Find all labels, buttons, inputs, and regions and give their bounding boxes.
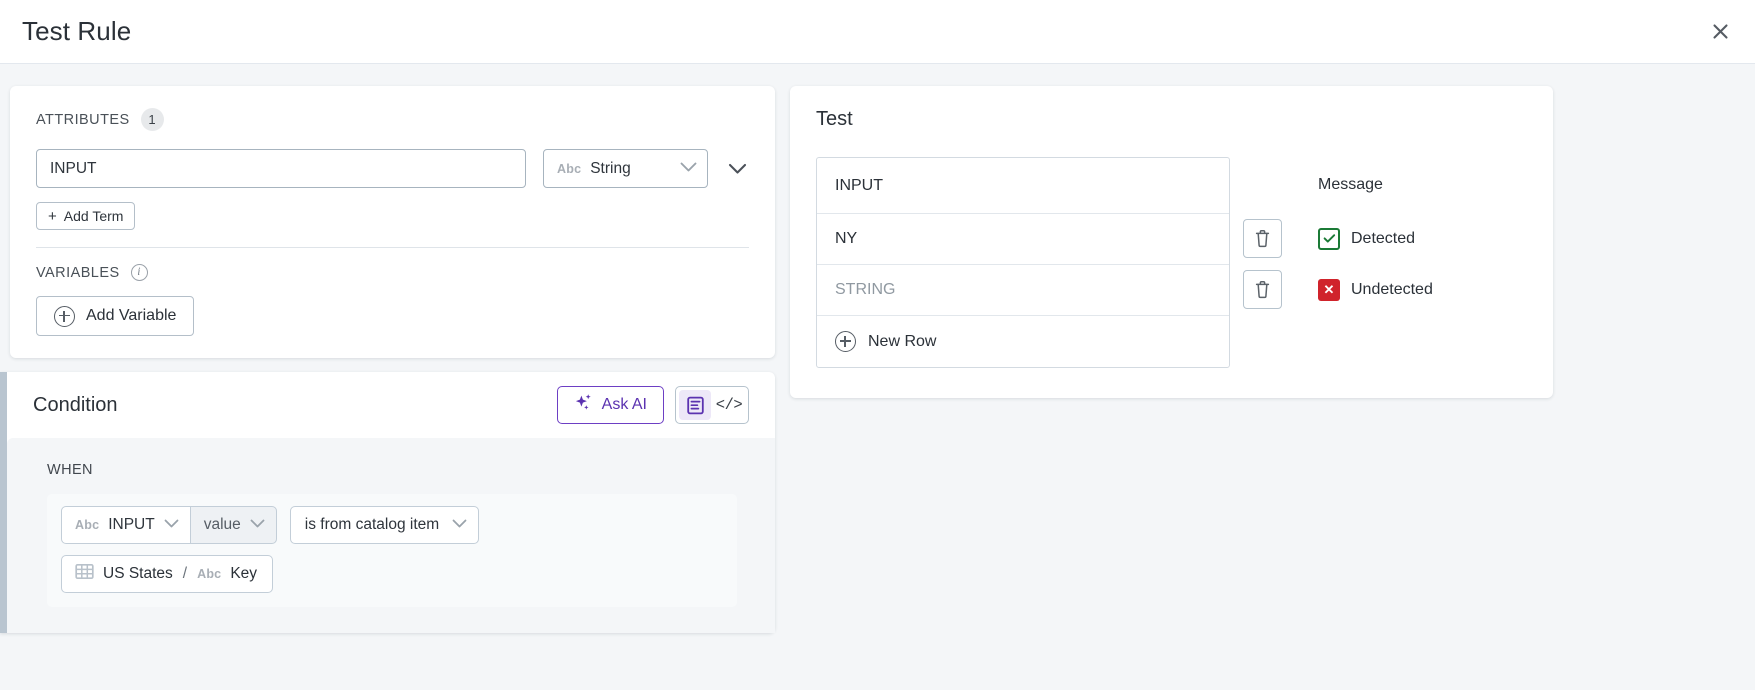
- code-view-icon[interactable]: </>: [713, 390, 745, 420]
- add-variable-label: Add Variable: [86, 307, 176, 325]
- trash-icon[interactable]: [1243, 219, 1282, 258]
- attributes-label: ATTRIBUTES: [36, 112, 130, 128]
- view-mode-toggle-group: </>: [675, 386, 749, 424]
- status-badge: Undetected: [1351, 281, 1433, 299]
- test-title: Test: [816, 108, 1527, 131]
- condition-expression-block: Abc INPUT value: [47, 494, 737, 607]
- chevron-down-icon: [250, 516, 265, 534]
- operator-value: is from catalog item: [305, 516, 439, 534]
- term-type-value: String: [590, 160, 671, 178]
- cross-glyph: ✕: [1324, 283, 1335, 296]
- subject-field-select[interactable]: Abc INPUT: [62, 507, 191, 543]
- attributes-count-badge: 1: [141, 108, 164, 131]
- add-term-label: Add Term: [64, 208, 124, 224]
- sparkle-icon: [574, 393, 593, 417]
- subject-property-value: value: [204, 516, 241, 534]
- test-card: Test INPUT NY STRING New Row: [790, 86, 1553, 398]
- abc-icon: Abc: [557, 162, 581, 176]
- condition-title: Condition: [33, 394, 118, 417]
- operator-select[interactable]: is from catalog item: [290, 506, 479, 544]
- term-name-input[interactable]: INPUT: [36, 149, 526, 188]
- page-title: Test Rule: [22, 16, 131, 47]
- circle-plus-icon: [54, 306, 75, 327]
- code-view-label: </>: [716, 396, 742, 414]
- when-panel: WHEN Abc INPUT valu: [7, 438, 775, 633]
- catalog-separator: /: [183, 565, 187, 583]
- circle-plus-icon: [835, 331, 856, 352]
- check-icon: [1318, 228, 1340, 250]
- new-row-label: New Row: [868, 333, 936, 351]
- condition-card: Condition Ask AI: [0, 372, 775, 633]
- condition-header: Condition Ask AI: [0, 372, 775, 438]
- rule-editor-column: ATTRIBUTES 1 INPUT Abc String + Ad: [10, 86, 775, 633]
- test-table-header: INPUT: [817, 158, 1229, 214]
- variables-label: VARIABLES: [36, 265, 120, 281]
- section-divider: [36, 247, 749, 248]
- condition-actions: Ask AI </>: [557, 386, 749, 424]
- status-badge: Detected: [1351, 230, 1415, 248]
- table-icon: [75, 563, 94, 585]
- subject-property-select[interactable]: value: [191, 507, 276, 543]
- window-titlebar: Test Rule: [0, 0, 1755, 64]
- attributes-card: ATTRIBUTES 1 INPUT Abc String + Ad: [10, 86, 775, 358]
- test-column: Test INPUT NY STRING New Row: [790, 86, 1553, 398]
- chevron-down-icon: [164, 516, 179, 534]
- add-variable-button[interactable]: Add Variable: [36, 296, 194, 336]
- abc-icon: Abc: [75, 518, 99, 532]
- table-row[interactable]: NY: [817, 214, 1229, 265]
- message-row: Detected: [1312, 213, 1527, 264]
- test-input-table: INPUT NY STRING New Row: [816, 157, 1230, 368]
- subject-selector-group: Abc INPUT value: [61, 506, 277, 544]
- abc-icon: Abc: [197, 567, 221, 581]
- catalog-column-name: Key: [230, 565, 257, 583]
- term-type-select[interactable]: Abc String: [543, 149, 708, 188]
- ask-ai-button[interactable]: Ask AI: [557, 386, 664, 424]
- form-view-icon[interactable]: [679, 390, 711, 420]
- message-column: Message Detected ✕ Undetected: [1312, 157, 1527, 315]
- dialog-body: ATTRIBUTES 1 INPUT Abc String + Ad: [0, 64, 1755, 690]
- table-row[interactable]: STRING: [817, 265, 1229, 316]
- expand-term-chevron-down-icon[interactable]: [725, 163, 749, 175]
- ask-ai-label: Ask AI: [602, 396, 647, 414]
- attributes-section-header: ATTRIBUTES 1: [36, 108, 749, 131]
- when-label: WHEN: [47, 462, 775, 478]
- close-icon[interactable]: [1703, 15, 1737, 49]
- condition-accent-bar: [0, 372, 7, 633]
- test-body: INPUT NY STRING New Row: [816, 157, 1527, 368]
- delete-buttons-column: [1230, 157, 1312, 315]
- catalog-item-select[interactable]: US States / Abc Key: [61, 555, 273, 593]
- message-column-header: Message: [1312, 157, 1527, 213]
- variables-section-header: VARIABLES i: [36, 264, 749, 281]
- catalog-table-name: US States: [103, 565, 173, 583]
- info-icon[interactable]: i: [131, 264, 148, 281]
- new-row-button[interactable]: New Row: [817, 316, 1229, 367]
- plus-icon: +: [48, 209, 57, 224]
- subject-field-value: INPUT: [108, 516, 155, 534]
- add-term-button[interactable]: + Add Term: [36, 202, 135, 230]
- trash-icon[interactable]: [1243, 270, 1282, 309]
- test-side-panel: Message Detected ✕ Undetected: [1230, 157, 1527, 315]
- chevron-down-icon: [452, 516, 467, 534]
- chevron-down-icon: [680, 160, 697, 178]
- message-row: ✕ Undetected: [1312, 264, 1527, 315]
- condition-expression-row: Abc INPUT value: [61, 506, 723, 544]
- cross-icon: ✕: [1318, 279, 1340, 301]
- attribute-term-row: INPUT Abc String: [36, 149, 749, 188]
